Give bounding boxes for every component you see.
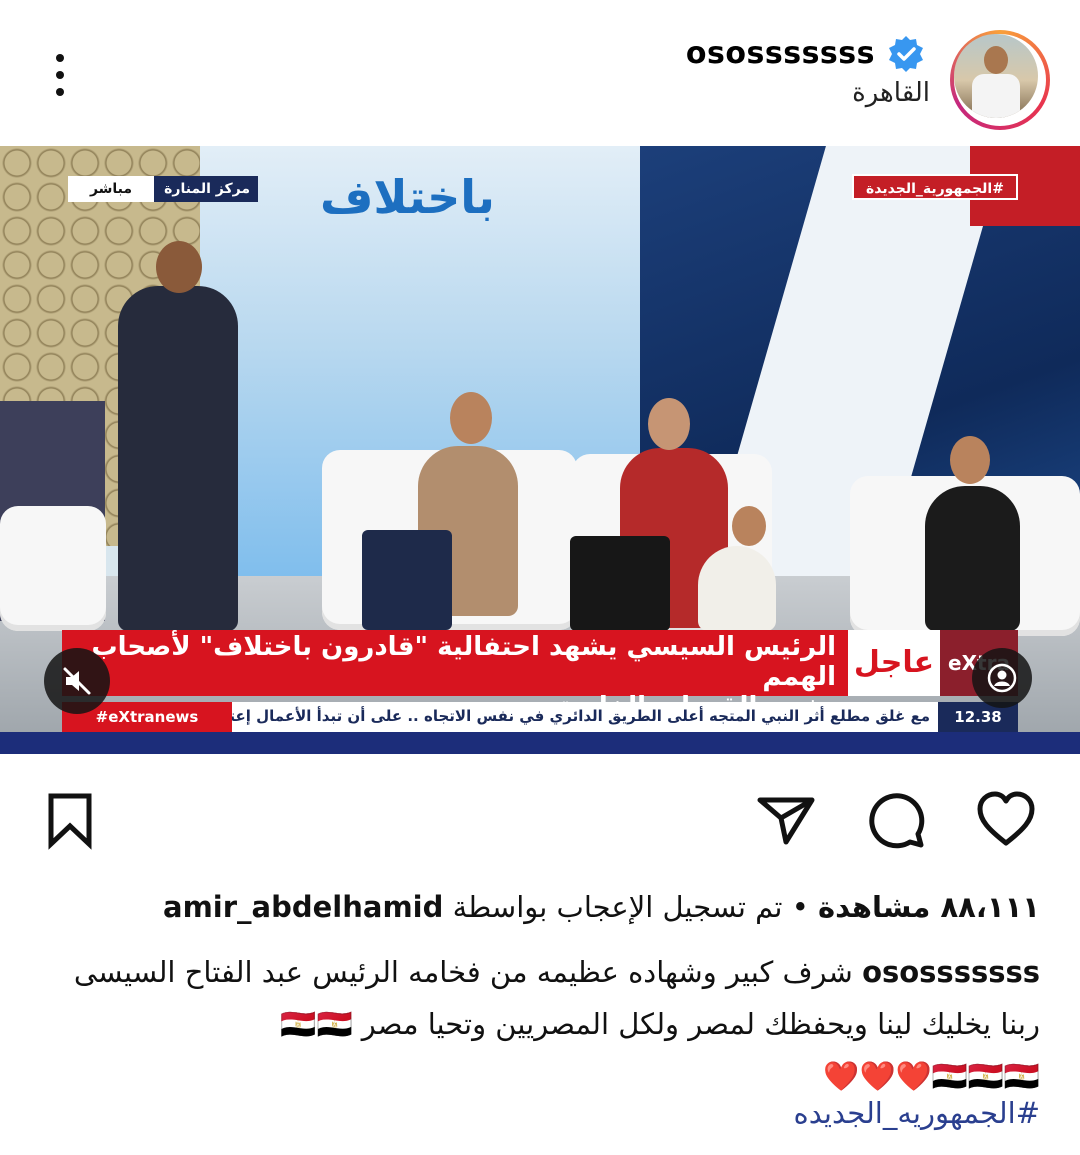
program-hashtag: #الجمهورية_الجديدة — [852, 174, 1018, 200]
avatar[interactable] — [950, 30, 1050, 130]
sofa — [0, 506, 106, 631]
news-ticker: مع غلق مطلع أثر النبي المتجه أعلى الطريق… — [232, 702, 938, 732]
urgent-label: عاجل — [848, 630, 940, 696]
liked-by-user[interactable]: amir_abdelhamid — [163, 890, 443, 924]
person-standing — [118, 286, 238, 631]
post-username[interactable]: ososssssss — [686, 36, 875, 71]
mute-button[interactable] — [44, 648, 110, 714]
view-count: ٨٨،١١١ مشاهدة — [818, 890, 1040, 924]
avatar-image — [954, 34, 1038, 118]
more-vertical-icon[interactable] — [48, 52, 72, 98]
post-header: ososssssss القاهرة — [0, 0, 1080, 145]
comment-icon[interactable] — [866, 790, 926, 850]
post-actions — [0, 780, 1080, 860]
person-seated — [698, 546, 776, 631]
live-label: مباشر — [68, 176, 154, 202]
news-headline: الرئيس السيسي يشهد احتفالية "قادرون باخت… — [62, 630, 848, 722]
person-seated — [925, 486, 1020, 631]
post-caption: ososssssss شرف كبير وشهاده عظيمه من فخام… — [40, 946, 1040, 1102]
post-location[interactable]: القاهرة — [852, 78, 930, 108]
caption-username[interactable]: ososssssss — [862, 955, 1040, 989]
caption-emojis: 🇪🇬🇪🇬🇪🇬❤️❤️❤️ — [823, 1059, 1040, 1093]
tagged-people-icon — [987, 663, 1017, 693]
likes-line[interactable]: ٨٨،١١١ مشاهدة • تم تسجيل الإعجاب بواسطة … — [163, 890, 1040, 924]
send-icon[interactable] — [756, 790, 816, 850]
verified-badge-icon — [889, 36, 923, 72]
post-video[interactable]: باختلاف مركز المنارة مباشر #الجمهورية_ال… — [0, 146, 1080, 754]
liked-by-text: • تم تسجيل الإعجاب بواسطة — [452, 890, 809, 924]
live-tag: مركز المنارة مباشر — [68, 176, 258, 202]
muted-speaker-icon — [63, 667, 91, 695]
screen-title: باختلاف — [320, 170, 495, 224]
channel-name: مركز المنارة — [164, 181, 250, 197]
caption-hashtag[interactable]: #الجمهوريه_الجديده — [794, 1096, 1040, 1130]
bookmark-icon[interactable] — [40, 790, 100, 850]
heart-icon[interactable] — [976, 790, 1036, 850]
tagged-people-button[interactable] — [972, 648, 1032, 708]
